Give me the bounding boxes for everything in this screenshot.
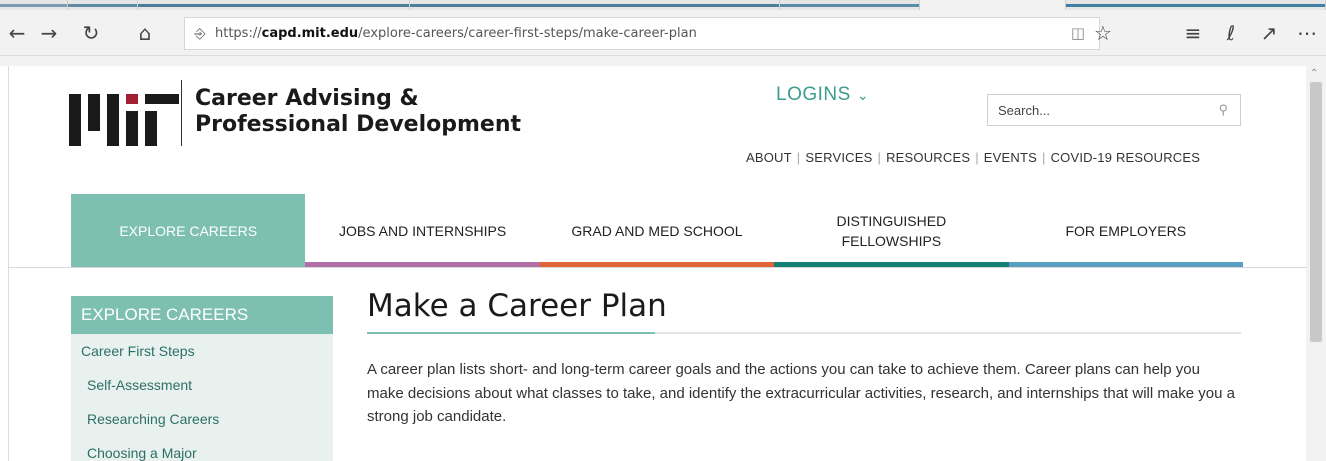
nav-item-jobs-internships[interactable]: JOBS AND INTERNSHIPS	[305, 194, 540, 267]
util-link-resources[interactable]: RESOURCES	[886, 150, 970, 165]
url-path: /explore-careers/career-first-steps/make…	[358, 26, 697, 41]
separator: |	[975, 150, 979, 165]
search-icon[interactable]: ⚲	[1218, 102, 1228, 118]
share-icon[interactable]: ↗	[1250, 10, 1288, 56]
pen-icon[interactable]: ℓ	[1212, 10, 1250, 56]
logo-divider	[181, 80, 182, 146]
scrollbar-thumb[interactable]	[1310, 82, 1322, 342]
tab-strip	[0, 0, 1326, 10]
util-link-about[interactable]: ABOUT	[746, 150, 792, 165]
more-icon[interactable]: ⋯	[1288, 10, 1326, 56]
browser-tab[interactable]	[1066, 0, 1326, 10]
favorites-icon[interactable]: ≡	[1174, 10, 1212, 56]
nav-label: EXPLORE CAREERS	[119, 222, 258, 239]
nav-label: JOBS AND INTERNSHIPS	[338, 222, 507, 239]
mit-logo[interactable]	[69, 86, 179, 146]
browser-tab-active[interactable]	[920, 0, 1066, 10]
nav-item-grad-med-school[interactable]: GRAD AND MED SCHOOL	[539, 194, 775, 267]
title-underline-accent	[367, 332, 655, 334]
main-content: Make a Career Plan A career plan lists s…	[367, 286, 1247, 429]
tab-accent	[68, 4, 137, 7]
util-link-events[interactable]: EVENTS	[984, 150, 1037, 165]
url-prefix: https://	[215, 26, 262, 41]
utility-nav: ABOUT | SERVICES | RESOURCES | EVENTS | COVID-19…	[746, 150, 1200, 165]
browser-chrome: ← → ↻ ⌂ ⎆ https://capd.mit.edu/explore-c…	[0, 0, 1326, 66]
nav-label: FOR EMPLOYERS	[1065, 222, 1187, 239]
chevron-down-icon: ⌄	[856, 87, 870, 103]
nav-label: DISTINGUISHED FELLOWSHIPS	[837, 211, 947, 251]
sidebar-heading[interactable]: EXPLORE CAREERS	[71, 296, 333, 334]
separator: |	[877, 150, 882, 165]
sidebar-item-self-assessment[interactable]: Self-Assessment	[71, 368, 333, 402]
util-link-covid-resources[interactable]: COVID-19 RESOURCES	[1051, 150, 1201, 165]
browser-tab[interactable]	[780, 0, 920, 10]
refresh-icon[interactable]: ↻	[74, 10, 108, 56]
tab-accent	[780, 4, 919, 7]
back-arrow-icon[interactable]: ←	[0, 10, 34, 56]
address-bar[interactable]: ⎆ https://capd.mit.edu/explore-careers/c…	[184, 17, 1100, 50]
intro-paragraph: A career plan lists short- and long-term…	[367, 361, 1235, 425]
tab-accent	[410, 4, 779, 7]
search-placeholder: Search...	[998, 102, 1051, 118]
reading-view-icon[interactable]: ◫	[1071, 24, 1085, 42]
nav-label-line-1: DISTINGUISHED	[836, 212, 947, 229]
tab-accent	[1066, 4, 1325, 7]
scrollbar[interactable]: ⌃	[1306, 66, 1326, 461]
sidebar-item-choosing-major[interactable]: Choosing a Major	[71, 436, 333, 461]
main-nav: EXPLORE CAREERS JOBS AND INTERNSHIPS GRA…	[71, 194, 1243, 267]
browser-tab[interactable]	[0, 0, 68, 10]
page-title: Make a Career Plan	[367, 288, 667, 324]
nav-item-distinguished-fellowships[interactable]: DISTINGUISHED FELLOWSHIPS	[774, 194, 1009, 267]
separator: |	[1042, 150, 1046, 165]
util-link-services[interactable]: SERVICES	[805, 150, 872, 165]
logins-dropdown[interactable]: LOGINS ⌄	[776, 84, 869, 106]
sidebar-item-career-first-steps[interactable]: Career First Steps	[71, 334, 333, 368]
brand-line-1: Career Advising &	[195, 86, 419, 111]
nav-divider	[9, 267, 1306, 268]
nav-item-for-employers[interactable]: FOR EMPLOYERS	[1008, 194, 1243, 267]
title-underline	[367, 332, 1241, 334]
lock-icon: ⎆	[194, 25, 206, 42]
browser-toolbar: ← → ↻ ⌂ ⎆ https://capd.mit.edu/explore-c…	[0, 10, 1326, 56]
browser-tab[interactable]	[138, 0, 410, 10]
nav-item-explore-careers[interactable]: EXPLORE CAREERS	[71, 194, 306, 267]
sidebar: EXPLORE CAREERS Career First Steps Self-…	[71, 296, 333, 461]
sidebar-item-researching-careers[interactable]: Researching Careers	[71, 402, 333, 436]
browser-tab[interactable]	[410, 0, 780, 10]
nav-label-line-2: FELLOWSHIPS	[841, 232, 942, 249]
scroll-up-icon[interactable]: ⌃	[1310, 68, 1318, 79]
brand-line-2: Professional Development	[195, 112, 522, 137]
forward-arrow-icon[interactable]: →	[32, 10, 66, 56]
logins-label: LOGINS	[776, 84, 851, 105]
star-icon[interactable]: ☆	[1084, 10, 1122, 56]
url-host: capd.mit.edu	[261, 26, 359, 41]
search-input[interactable]: Search... ⚲	[987, 94, 1241, 126]
browser-tab[interactable]	[68, 0, 138, 10]
home-icon[interactable]: ⌂	[128, 10, 162, 56]
separator: |	[796, 150, 801, 165]
web-page: Career Advising & Professional Developme…	[8, 66, 1306, 461]
tab-accent	[138, 4, 409, 7]
nav-label: GRAD AND MED SCHOOL	[571, 222, 743, 239]
site-brand[interactable]: Career Advising & Professional Developme…	[195, 86, 521, 138]
tab-accent	[0, 4, 67, 7]
